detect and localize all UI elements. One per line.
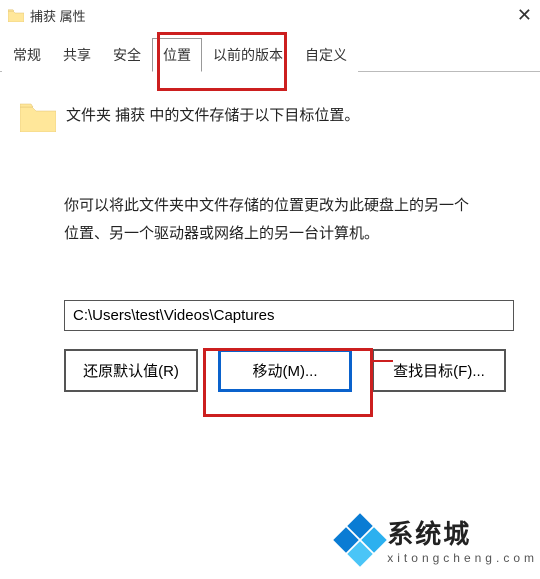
watermark: 系统城 xitongcheng.com (335, 514, 538, 565)
description-text-1: 文件夹 捕获 中的文件存储于以下目标位置。 (66, 104, 359, 128)
tab-strip: 常规 共享 安全 位置 以前的版本 自定义 (0, 36, 540, 72)
tab-customize[interactable]: 自定义 (294, 38, 358, 72)
tab-security[interactable]: 安全 (102, 38, 152, 72)
path-input[interactable] (64, 300, 514, 331)
window-title: 捕获 属性 (30, 6, 502, 25)
watermark-subtext: xitongcheng.com (387, 551, 538, 565)
restore-defaults-button[interactable]: 还原默认值(R) (64, 349, 198, 392)
watermark-text: 系统城 (387, 514, 538, 551)
move-button[interactable]: 移动(M)... (218, 349, 352, 392)
folder-icon-small (8, 9, 24, 22)
description-text-2: 你可以将此文件夹中文件存储的位置更改为此硬盘上的另一个位置、另一个驱动器或网络上… (64, 192, 478, 248)
folder-icon (20, 102, 56, 132)
find-target-button[interactable]: 查找目标(F)... (372, 349, 506, 392)
tab-location[interactable]: 位置 (152, 38, 202, 72)
watermark-logo-icon (335, 515, 385, 565)
tab-previous-versions[interactable]: 以前的版本 (202, 38, 294, 72)
tab-general[interactable]: 常规 (2, 38, 52, 72)
tab-sharing[interactable]: 共享 (52, 38, 102, 72)
close-icon[interactable]: ✕ (502, 5, 532, 26)
